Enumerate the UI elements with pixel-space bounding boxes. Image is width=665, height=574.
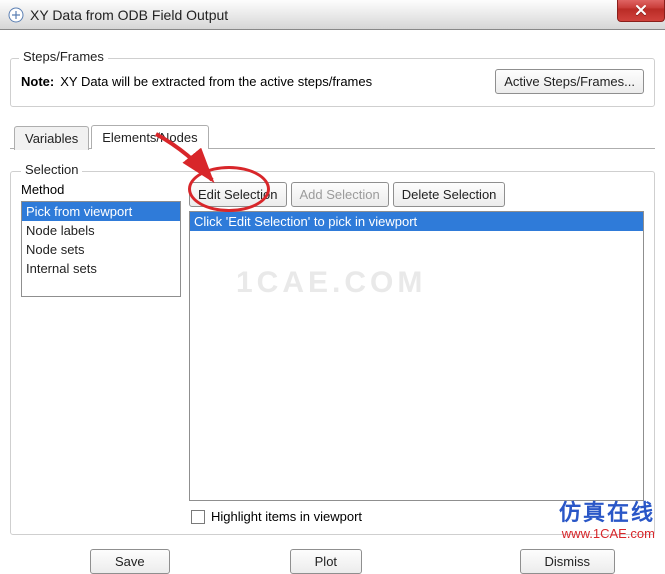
method-item-node-sets[interactable]: Node sets xyxy=(22,240,180,259)
dismiss-button[interactable]: Dismiss xyxy=(520,549,616,574)
tabs-strip: Variables Elements/Nodes xyxy=(10,123,655,149)
selection-list-message[interactable]: Click 'Edit Selection' to pick in viewpo… xyxy=(190,212,643,231)
add-selection-button[interactable]: Add Selection xyxy=(291,182,389,207)
close-button[interactable] xyxy=(617,0,665,22)
selection-legend: Selection xyxy=(21,162,82,177)
save-button[interactable]: Save xyxy=(90,549,170,574)
note-text: XY Data will be extracted from the activ… xyxy=(60,74,372,89)
plot-button[interactable]: Plot xyxy=(290,549,362,574)
close-icon xyxy=(635,4,647,16)
active-steps-frames-button[interactable]: Active Steps/Frames... xyxy=(495,69,644,94)
titlebar: XY Data from ODB Field Output xyxy=(0,0,665,30)
delete-selection-button[interactable]: Delete Selection xyxy=(393,182,506,207)
note-label: Note: xyxy=(21,74,54,89)
method-item-pick-from-viewport[interactable]: Pick from viewport xyxy=(22,202,180,221)
method-item-internal-sets[interactable]: Internal sets xyxy=(22,259,180,278)
app-icon xyxy=(8,7,24,23)
note-line: Note: XY Data will be extracted from the… xyxy=(21,69,644,94)
method-list[interactable]: Pick from viewport Node labels Node sets… xyxy=(21,201,181,297)
selection-list[interactable]: Click 'Edit Selection' to pick in viewpo… xyxy=(189,211,644,501)
bottom-button-row: Save Plot Dismiss xyxy=(10,535,655,574)
steps-frames-legend: Steps/Frames xyxy=(19,49,108,64)
method-item-node-labels[interactable]: Node labels xyxy=(22,221,180,240)
method-label: Method xyxy=(21,182,181,197)
tab-elements-nodes[interactable]: Elements/Nodes xyxy=(91,125,208,149)
window-title: XY Data from ODB Field Output xyxy=(30,7,228,23)
highlight-label: Highlight items in viewport xyxy=(211,509,362,524)
highlight-checkbox[interactable] xyxy=(191,510,205,524)
edit-selection-button[interactable]: Edit Selection xyxy=(189,182,287,207)
tab-variables[interactable]: Variables xyxy=(14,126,89,150)
steps-frames-group: Steps/Frames Note: XY Data will be extra… xyxy=(10,58,655,107)
selection-group: Selection Method Pick from viewport Node… xyxy=(10,171,655,535)
dialog-content: Steps/Frames Note: XY Data will be extra… xyxy=(0,30,665,574)
